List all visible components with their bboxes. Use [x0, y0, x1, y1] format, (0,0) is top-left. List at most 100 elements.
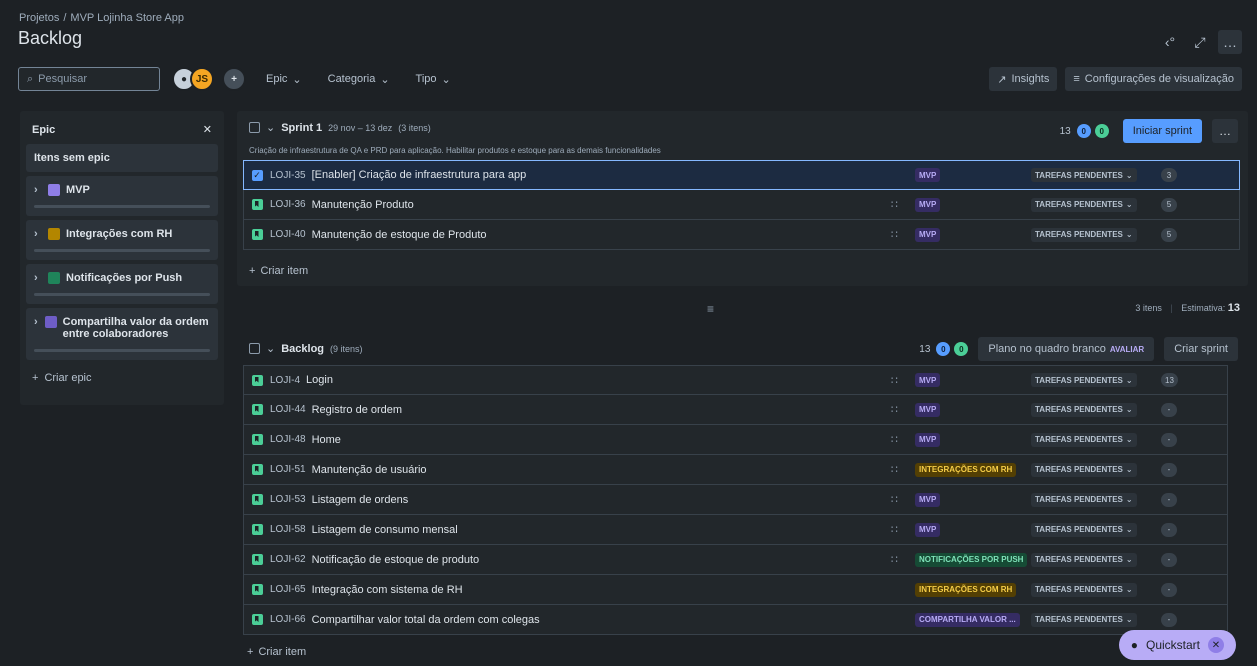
status-dropdown[interactable]: TAREFAS PENDENTES ⌄ — [1031, 168, 1137, 182]
status-dropdown[interactable]: TAREFAS PENDENTES ⌄ — [1031, 197, 1137, 212]
filter-epic[interactable]: Epic ⌄ — [260, 69, 308, 90]
issue-key[interactable]: LOJI-53 — [270, 494, 306, 505]
epic-item-compartilha-valor[interactable]: › Compartilha valor da ordem entre colabo… — [26, 308, 218, 360]
avatar-js[interactable]: JS — [190, 67, 214, 91]
status-dropdown[interactable]: TAREFAS PENDENTES ⌄ — [1031, 552, 1137, 567]
table-row[interactable]: LOJI-44 Registro de ordem ∷ MVP TAREFAS … — [243, 395, 1228, 425]
quickstart-button[interactable]: ● Quickstart ✕ — [1118, 630, 1236, 660]
issue-summary[interactable]: Registro de ordem — [312, 404, 403, 416]
search-input[interactable] — [38, 73, 149, 85]
table-row[interactable]: LOJI-65 Integração com sistema de RH INT… — [243, 575, 1228, 605]
issue-key[interactable]: LOJI-66 — [270, 614, 306, 625]
hierarchy-icon[interactable]: ∷ — [891, 523, 898, 536]
issue-key[interactable]: LOJI-51 — [270, 464, 306, 475]
estimate-badge[interactable]: 5 — [1161, 197, 1177, 212]
estimate-badge[interactable]: - — [1161, 402, 1177, 417]
whiteboard-plan-button[interactable]: Plano no quadro branco AVALIAR — [978, 337, 1155, 361]
sprint-checkbox[interactable] — [249, 122, 260, 133]
hierarchy-icon[interactable]: ∷ — [891, 228, 898, 241]
breadcrumb-project[interactable]: MVP Lojinha Store App — [70, 12, 184, 24]
issue-key[interactable]: LOJI-36 — [270, 199, 306, 210]
hierarchy-icon[interactable]: ∷ — [891, 553, 898, 566]
table-row[interactable]: LOJI-36 Manutenção Produto ∷ MVP TAREFAS… — [243, 190, 1240, 220]
hierarchy-icon[interactable]: ∷ — [891, 374, 898, 387]
table-row[interactable]: ✓ LOJI-35 [Enabler] Criação de infraestr… — [243, 160, 1240, 190]
create-item-button[interactable]: + Criar item — [249, 265, 308, 277]
hierarchy-icon[interactable]: ∷ — [891, 198, 898, 211]
table-row[interactable]: LOJI-40 Manutenção de estoque de Produto… — [243, 220, 1240, 250]
start-sprint-button[interactable]: Iniciar sprint — [1122, 119, 1202, 143]
issue-key[interactable]: LOJI-40 — [270, 229, 306, 240]
epic-item-integracoes-rh[interactable]: › Integrações com RH — [26, 220, 218, 260]
chevron-right-icon[interactable]: › — [34, 228, 42, 240]
filter-tipo[interactable]: Tipo ⌄ — [410, 69, 457, 90]
create-item-button[interactable]: + Criar item — [247, 646, 306, 658]
issue-summary[interactable]: [Enabler] Criação de infraestrutura para… — [312, 169, 527, 181]
issue-key[interactable]: LOJI-4 — [270, 375, 300, 386]
table-row[interactable]: LOJI-48 Home ∷ MVP TAREFAS PENDENTES ⌄ - — [243, 425, 1228, 455]
status-dropdown[interactable]: TAREFAS PENDENTES ⌄ — [1031, 582, 1137, 597]
backlog-name[interactable]: Backlog — [281, 343, 324, 355]
chevron-down-icon[interactable]: ⌄ — [266, 121, 275, 134]
status-dropdown[interactable]: TAREFAS PENDENTES ⌄ — [1031, 522, 1137, 537]
estimate-badge[interactable]: 5 — [1161, 227, 1177, 242]
issue-summary[interactable]: Notificação de estoque de produto — [312, 554, 480, 566]
issue-summary[interactable]: Listagem de ordens — [312, 494, 409, 506]
issue-key[interactable]: LOJI-58 — [270, 524, 306, 535]
table-row[interactable]: LOJI-62 Notificação de estoque de produt… — [243, 545, 1228, 575]
issue-key[interactable]: LOJI-48 — [270, 434, 306, 445]
hierarchy-icon[interactable]: ∷ — [891, 463, 898, 476]
estimate-badge[interactable]: - — [1161, 462, 1177, 477]
issue-key[interactable]: LOJI-44 — [270, 404, 306, 415]
hierarchy-icon[interactable]: ∷ — [891, 403, 898, 416]
table-row[interactable]: LOJI-66 Compartilhar valor total da orde… — [243, 605, 1228, 635]
breadcrumb-root[interactable]: Projetos — [19, 12, 59, 24]
sprint-name[interactable]: Sprint 1 — [281, 122, 322, 134]
more-actions-icon[interactable]: … — [1218, 30, 1242, 54]
issue-summary[interactable]: Manutenção de estoque de Produto — [312, 229, 487, 241]
no-epic-item[interactable]: Itens sem epic — [26, 144, 218, 172]
chevron-right-icon[interactable]: › — [34, 272, 42, 284]
epic-item-mvp[interactable]: › MVP — [26, 176, 218, 216]
chevron-right-icon[interactable]: › — [34, 316, 39, 328]
view-settings-button[interactable]: ≡ Configurações de visualização — [1065, 67, 1242, 91]
table-row[interactable]: LOJI-51 Manutenção de usuário ∷ INTEGRAÇ… — [243, 455, 1228, 485]
filter-categoria[interactable]: Categoria ⌄ — [322, 69, 396, 90]
issue-summary[interactable]: Compartilhar valor total da ordem com co… — [312, 614, 540, 626]
table-row[interactable]: LOJI-58 Listagem de consumo mensal ∷ MVP… — [243, 515, 1228, 545]
issue-key[interactable]: LOJI-35 — [270, 170, 306, 181]
issue-summary[interactable]: Integração com sistema de RH — [312, 584, 463, 596]
create-sprint-button[interactable]: Criar sprint — [1164, 337, 1238, 361]
checkbox-checked-icon[interactable]: ✓ — [251, 169, 263, 181]
issue-key[interactable]: LOJI-62 — [270, 554, 306, 565]
estimate-badge[interactable]: 3 — [1161, 168, 1177, 182]
epic-item-notificacoes-push[interactable]: › Notificações por Push — [26, 264, 218, 304]
chevron-right-icon[interactable]: › — [34, 184, 42, 196]
table-row[interactable]: LOJI-53 Listagem de ordens ∷ MVP TAREFAS… — [243, 485, 1228, 515]
issue-summary[interactable]: Login — [306, 374, 333, 386]
status-dropdown[interactable]: TAREFAS PENDENTES ⌄ — [1031, 462, 1137, 477]
estimate-badge[interactable]: - — [1161, 552, 1177, 567]
estimate-badge[interactable]: - — [1161, 612, 1177, 627]
hierarchy-icon[interactable]: ∷ — [891, 493, 898, 506]
status-dropdown[interactable]: TAREFAS PENDENTES ⌄ — [1031, 432, 1137, 447]
estimate-badge[interactable]: - — [1161, 582, 1177, 597]
fullscreen-icon[interactable]: ⤢ — [1188, 30, 1212, 54]
status-dropdown[interactable]: TAREFAS PENDENTES ⌄ — [1031, 227, 1137, 242]
estimate-badge[interactable]: - — [1161, 522, 1177, 537]
table-row[interactable]: LOJI-4 Login ∷ MVP TAREFAS PENDENTES ⌄ 13 — [243, 365, 1228, 395]
close-icon[interactable]: ✕ — [1208, 637, 1224, 653]
hierarchy-icon[interactable]: ∷ — [891, 433, 898, 446]
share-icon[interactable]: ‹° — [1158, 30, 1182, 54]
estimate-badge[interactable]: 13 — [1161, 373, 1178, 387]
create-epic-button[interactable]: + Criar epic — [26, 364, 218, 392]
more-icon[interactable]: … — [1212, 119, 1238, 143]
status-dropdown[interactable]: TAREFAS PENDENTES ⌄ — [1031, 492, 1137, 507]
issue-summary[interactable]: Manutenção Produto — [312, 199, 414, 211]
chevron-down-icon[interactable]: ⌄ — [266, 342, 275, 355]
close-icon[interactable]: ✕ — [203, 123, 212, 136]
insights-button[interactable]: ↗ Insights — [989, 67, 1058, 91]
add-people-icon[interactable]: + — [222, 67, 246, 91]
search-field[interactable]: ⌕ — [18, 67, 160, 91]
status-dropdown[interactable]: TAREFAS PENDENTES ⌄ — [1031, 373, 1137, 387]
